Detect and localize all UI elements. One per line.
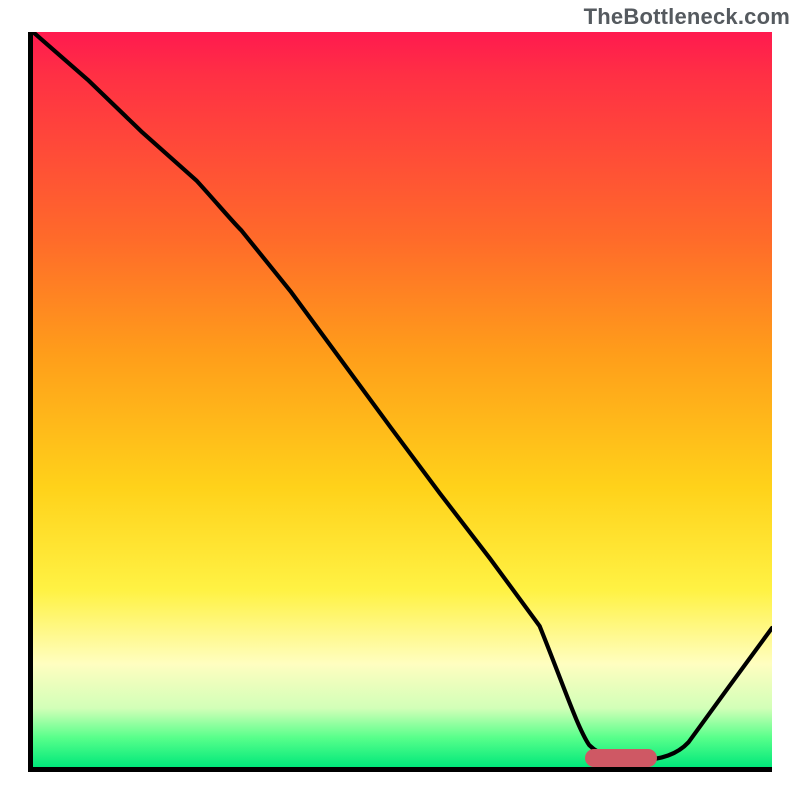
curve-path xyxy=(33,32,772,760)
watermark-text: TheBottleneck.com xyxy=(584,4,790,30)
bottleneck-curve xyxy=(33,32,772,767)
plot-frame xyxy=(28,32,772,772)
optimal-range-marker xyxy=(585,749,657,767)
chart-stage: TheBottleneck.com xyxy=(0,0,800,800)
